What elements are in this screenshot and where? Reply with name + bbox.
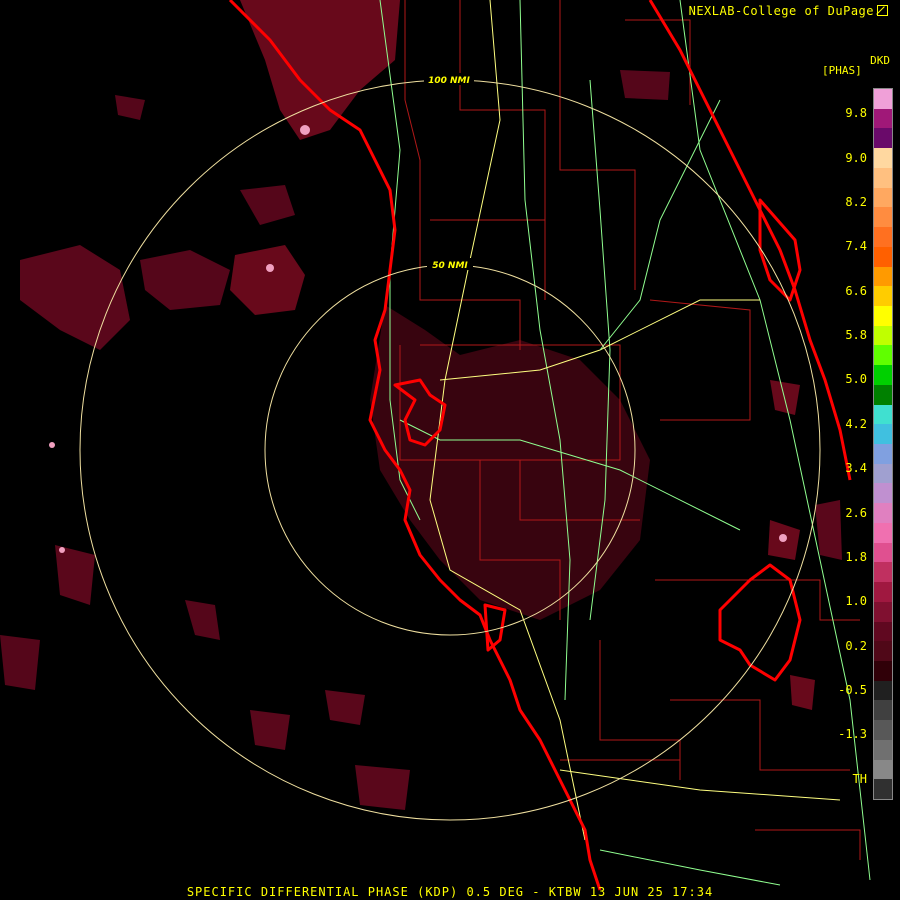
color-scale-swatch bbox=[874, 148, 892, 169]
color-scale-swatch bbox=[874, 187, 892, 208]
range-ring-label-50: 50 NMI bbox=[432, 261, 468, 271]
color-scale-swatch bbox=[874, 542, 892, 563]
color-scale-swatch bbox=[874, 779, 892, 800]
legend-tick: 1.8 bbox=[845, 550, 867, 564]
color-scale-swatch bbox=[874, 739, 892, 761]
color-scale-swatch bbox=[874, 660, 892, 682]
legend-tick: -1.3 bbox=[838, 727, 867, 741]
color-scale-swatch bbox=[874, 167, 892, 189]
color-scale-swatch bbox=[874, 444, 892, 465]
credit-label: NEXLAB-College of DuPage bbox=[689, 4, 888, 18]
color-scale-swatch bbox=[874, 759, 892, 780]
color-scale-swatch bbox=[874, 89, 892, 110]
legend-tick: 9.0 bbox=[845, 151, 867, 165]
color-scale-swatch bbox=[874, 720, 892, 741]
color-scale-swatch bbox=[874, 207, 892, 228]
legend-tick: 7.4 bbox=[845, 239, 867, 253]
color-scale-swatch bbox=[874, 503, 892, 524]
legend-tick: 5.0 bbox=[845, 372, 867, 386]
legend-tick: -0.5 bbox=[838, 683, 867, 697]
color-scale-swatch bbox=[874, 286, 892, 307]
color-scale-swatch bbox=[874, 621, 892, 642]
legend-tick: 9.8 bbox=[845, 106, 867, 120]
range-ring-label-100: 100 NMI bbox=[428, 76, 470, 86]
color-scale-swatch bbox=[874, 562, 892, 583]
color-scale-swatch bbox=[874, 463, 892, 484]
legend-tick: 6.6 bbox=[845, 284, 867, 298]
color-scale-swatch bbox=[874, 483, 892, 504]
product-caption: SPECIFIC DIFFERENTIAL PHASE (KDP) 0.5 DE… bbox=[186, 885, 714, 899]
color-scale-swatch bbox=[874, 128, 892, 149]
legend-tick: TH bbox=[852, 772, 867, 786]
color-scale-swatch bbox=[874, 522, 892, 544]
color-scale-swatch bbox=[874, 404, 892, 425]
legend-tick: 8.2 bbox=[845, 195, 867, 209]
color-scale-swatch bbox=[874, 384, 892, 406]
color-scale-swatch bbox=[874, 246, 892, 267]
legend-tick: 1.0 bbox=[845, 594, 867, 608]
color-scale-swatch bbox=[874, 680, 892, 701]
credit-text: NEXLAB-College of DuPage bbox=[688, 4, 874, 18]
legend-tick: 2.6 bbox=[845, 506, 867, 520]
color-scale-swatch bbox=[874, 325, 892, 346]
color-scale-bar bbox=[873, 88, 893, 800]
radar-map: 100 NMI 50 NMI bbox=[0, 0, 900, 900]
color-scale-swatch bbox=[874, 365, 892, 386]
color-scale-swatch bbox=[874, 641, 892, 662]
color-scale-swatch bbox=[874, 345, 892, 366]
color-scale-swatch bbox=[874, 227, 892, 248]
legend-unit: [PHAS] bbox=[822, 64, 862, 77]
color-scale-swatch bbox=[874, 305, 892, 327]
legend-tick: 5.8 bbox=[845, 328, 867, 342]
external-link-icon[interactable] bbox=[877, 5, 888, 16]
legend-product-code: DKD bbox=[870, 54, 890, 67]
legend-tick: 3.4 bbox=[845, 461, 867, 475]
legend-tick: 4.2 bbox=[845, 417, 867, 431]
color-scale-swatch bbox=[874, 108, 892, 129]
color-scale-swatch bbox=[874, 266, 892, 287]
color-scale-swatch bbox=[874, 601, 892, 622]
color-scale-swatch bbox=[874, 424, 892, 445]
color-scale-swatch bbox=[874, 582, 892, 603]
color-scale-swatch bbox=[874, 700, 892, 721]
legend-tick: 0.2 bbox=[845, 639, 867, 653]
